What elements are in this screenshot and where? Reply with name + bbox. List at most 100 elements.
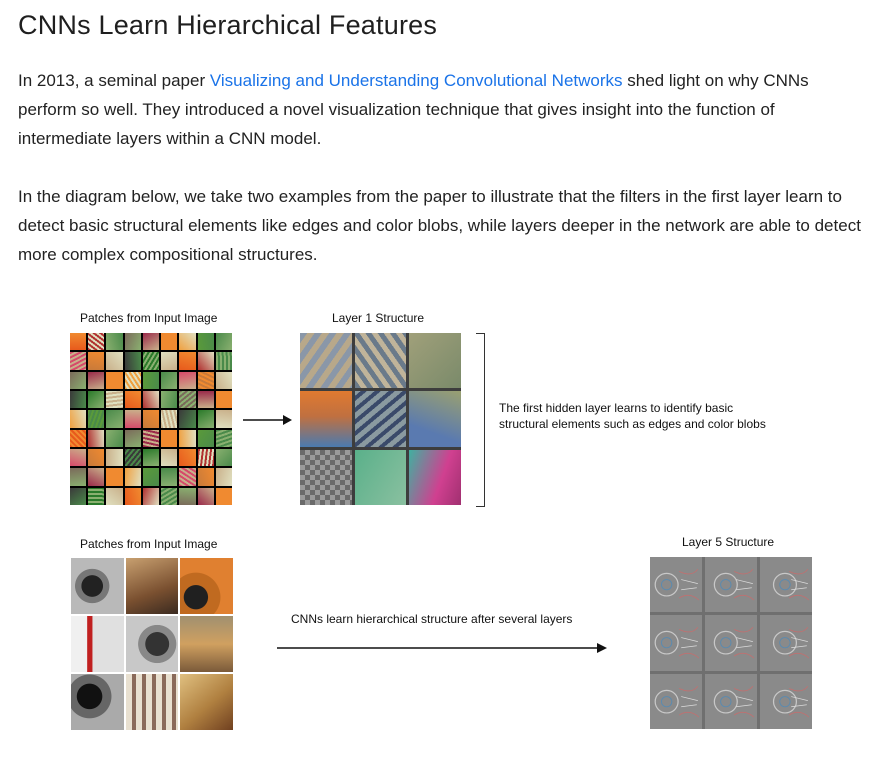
input-patch [179, 391, 196, 409]
layer5-caption: Layer 5 Structure [682, 535, 775, 549]
input-patch [88, 352, 105, 370]
input-patch [197, 333, 214, 351]
input-patch [88, 333, 105, 351]
input-patch [106, 449, 123, 467]
input-patch [179, 429, 196, 447]
input-patch [179, 371, 196, 389]
input-patch [197, 468, 214, 486]
input-photo-patch [71, 674, 124, 730]
input-patch [88, 391, 105, 409]
input-patch [88, 449, 105, 467]
input-patch [124, 429, 141, 447]
layer5-feature-tile [705, 615, 757, 671]
input-patch [215, 352, 232, 370]
input-patch [179, 449, 196, 467]
input-patch [88, 468, 105, 486]
input-patch [124, 487, 141, 505]
layer1-filter-tile [300, 391, 352, 447]
input-patch [70, 352, 87, 370]
input-patch [161, 449, 178, 467]
input-patch [106, 410, 123, 428]
wheel-feature-sketch [713, 569, 755, 601]
input-patch [124, 371, 141, 389]
input-patch [142, 333, 160, 351]
input-patch [179, 333, 196, 351]
input-patch [70, 391, 87, 409]
input-patch [106, 429, 123, 447]
input-patch [215, 410, 232, 428]
input-patch [124, 333, 141, 351]
input-patch [197, 371, 214, 389]
input-patch [142, 449, 160, 467]
input-patch [142, 429, 160, 447]
input-patch [70, 449, 87, 467]
layer1-filter-tile [409, 391, 461, 447]
input-patch [88, 429, 105, 447]
input-photo-patch [125, 616, 179, 672]
wheel-feature-sketch [772, 569, 810, 601]
layer1-filter-tile [409, 333, 461, 389]
layer1-filter-tile [354, 333, 407, 389]
intro-text-start: In 2013, a seminal paper [18, 71, 210, 90]
input-patch [197, 352, 214, 370]
input-patch [106, 468, 123, 486]
wheel-feature-sketch [713, 627, 755, 659]
input-photo-patch [180, 558, 233, 614]
layer5-feature-tile [760, 673, 812, 729]
input-patch [197, 449, 214, 467]
input-photo-patch [125, 558, 179, 614]
hierarchy-note: CNNs learn hierarchical structure after … [291, 612, 573, 626]
layer1-filter-tile [354, 449, 407, 505]
top-arrow [243, 415, 292, 425]
input-patch [142, 391, 160, 409]
wheel-feature-sketch [772, 685, 810, 717]
input-patch [70, 429, 87, 447]
layer1-filter-tile [300, 449, 352, 505]
input-patch [161, 371, 178, 389]
input-patches-grid-bottom [71, 558, 233, 730]
input-patch [70, 371, 87, 389]
layer5-feature-tile [650, 615, 702, 671]
input-patch [88, 371, 105, 389]
layer1-filter-tile [409, 449, 461, 505]
input-patch [70, 487, 87, 505]
input-patch [106, 371, 123, 389]
input-patch [197, 410, 214, 428]
input-photo-patch [71, 616, 124, 672]
input-patch [215, 333, 232, 351]
input-patch [179, 410, 196, 428]
input-patch [106, 487, 123, 505]
input-patch [215, 391, 232, 409]
input-patch [161, 429, 178, 447]
layer1-description: The first hidden layer learns to identif… [499, 400, 766, 432]
input-patch [161, 352, 178, 370]
layer1-description-line1: The first hidden layer learns to identif… [499, 401, 734, 415]
input-photo-patch [180, 674, 233, 730]
wheel-feature-sketch [713, 685, 755, 717]
input-patch [161, 410, 178, 428]
input-patch [142, 352, 160, 370]
input-patch [124, 468, 141, 486]
input-patch [215, 429, 232, 447]
wheel-feature-sketch [654, 685, 700, 717]
layer5-feature-tile [705, 557, 757, 613]
input-photo-patch [125, 674, 179, 730]
input-photo-patch [180, 616, 233, 672]
input-patch [161, 468, 178, 486]
input-patch [106, 333, 123, 351]
top-input-caption: Patches from Input Image [80, 311, 218, 325]
input-patch [142, 371, 160, 389]
paper-link[interactable]: Visualizing and Understanding Convolutio… [210, 71, 623, 90]
input-patch [161, 333, 178, 351]
input-patch [70, 410, 87, 428]
input-patch [88, 487, 105, 505]
layer1-caption: Layer 1 Structure [332, 311, 425, 325]
input-patch [88, 410, 105, 428]
layer1-bracket [476, 333, 485, 507]
input-patch [142, 410, 160, 428]
wheel-feature-sketch [654, 569, 700, 601]
layer1-filter-tile [354, 391, 407, 447]
input-patch [106, 352, 123, 370]
input-patch [161, 391, 178, 409]
intro-paragraph: In 2013, a seminal paper Visualizing and… [18, 66, 868, 153]
